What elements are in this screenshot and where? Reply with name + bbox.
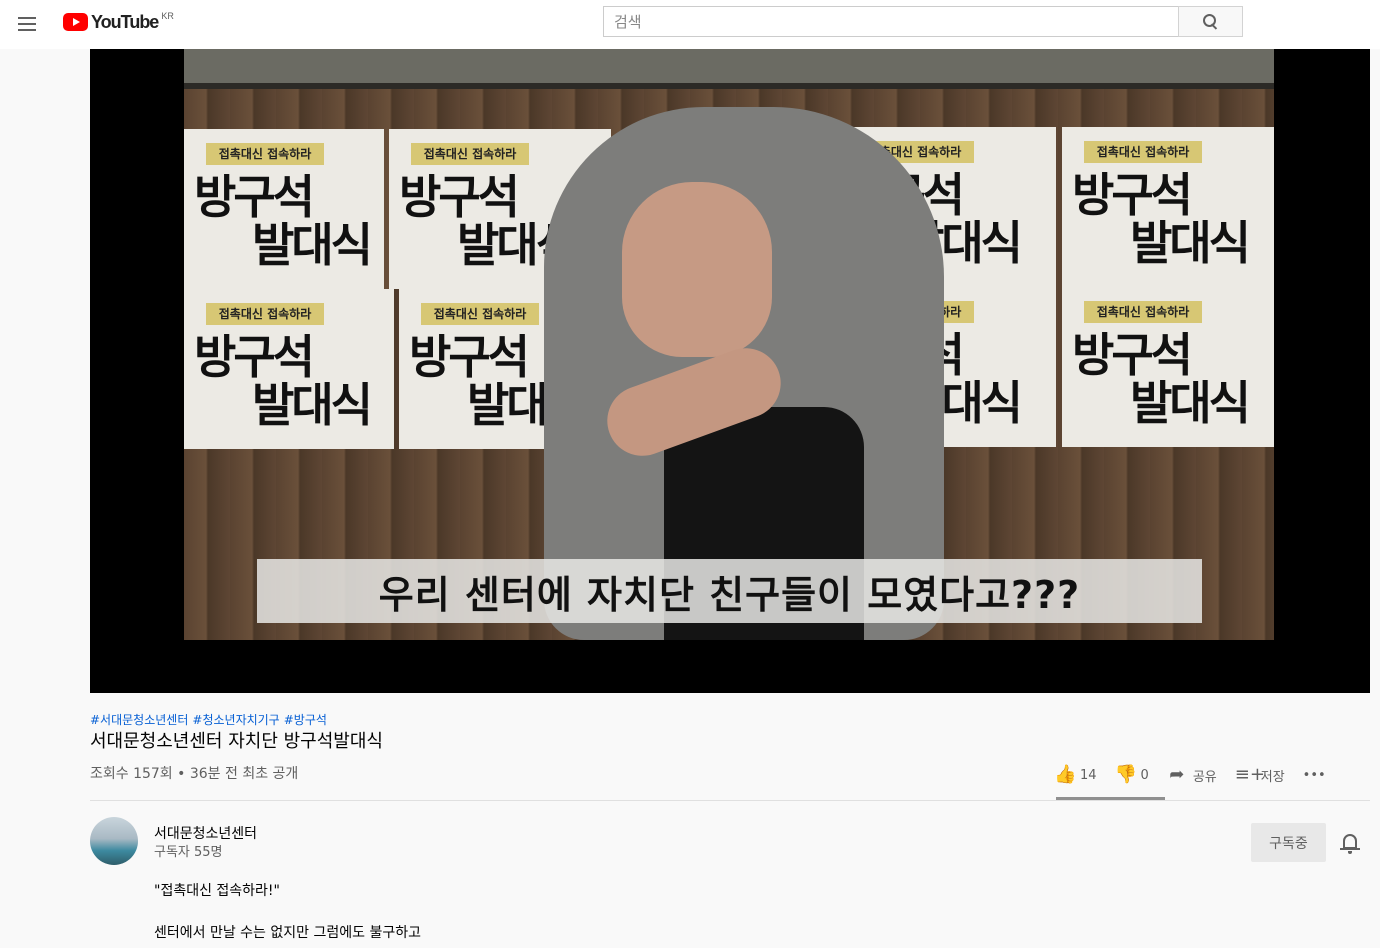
view-count: 조회수 157회 • 36분 전 최초 공개 <box>90 766 299 782</box>
thumbs-down-icon: 👎 <box>1114 764 1137 785</box>
save-button[interactable]: ≡+ 저장 <box>1235 765 1285 785</box>
poster: 접촉대신 접속하라 방구석 발대식 <box>1062 127 1274 287</box>
more-button[interactable]: ••• <box>1303 768 1326 783</box>
thumbs-up-icon: 👍 <box>1054 764 1077 785</box>
like-count: 14 <box>1080 767 1097 783</box>
hashtag-link[interactable]: #청소년자치기구 <box>192 713 279 727</box>
video-title: 서대문청소년센터 자치단 방구석발대식 <box>90 731 383 752</box>
divider <box>90 800 1370 801</box>
subscriber-count: 구독자 55명 <box>154 845 223 860</box>
search-input[interactable]: 검색 <box>603 6 1179 37</box>
action-bar: 👍 14 👎 0 ➦ 공유 ≡+ 저장 ••• <box>1040 758 1326 792</box>
youtube-logo[interactable]: YouTube KR <box>63 10 174 34</box>
hashtags: #서대문청소년센터 #청소년자치기구 #방구석 <box>90 711 331 728</box>
share-label: 공유 <box>1192 769 1217 785</box>
dislike-count: 0 <box>1140 767 1149 783</box>
poster: 접촉대신 접속하라 방구석 발대식 <box>184 129 384 289</box>
video-player[interactable]: 접촉대신 접속하라 방구석 발대식 접촉대신 접속하라 방구석 발대식 접촉대신… <box>90 49 1370 693</box>
share-icon: ➦ <box>1169 764 1185 785</box>
hashtag-link[interactable]: #방구석 <box>284 713 327 727</box>
share-button[interactable]: ➦ 공유 <box>1167 764 1217 785</box>
hashtag-link[interactable]: #서대문청소년센터 <box>90 713 188 727</box>
description-line: "접촉대신 접속하라!" <box>154 883 280 899</box>
more-icon: ••• <box>1302 767 1326 783</box>
save-label: 저장 <box>1260 769 1285 785</box>
save-playlist-icon: ≡+ <box>1234 764 1265 785</box>
masthead: YouTube KR 검색 <box>0 0 1380 49</box>
logo-region: KR <box>161 11 174 21</box>
channel-name[interactable]: 서대문청소년센터 <box>154 823 257 843</box>
youtube-logo-icon <box>63 13 88 31</box>
subscribe-button[interactable]: 구독중 <box>1251 823 1326 862</box>
description-line: 센터에서 만날 수는 없지만 그럼에도 불구하고 <box>154 925 421 941</box>
poster: 접촉대신 접속하라 방구석 발대식 <box>184 289 394 449</box>
search-button[interactable] <box>1178 6 1243 37</box>
board-top <box>184 49 1274 89</box>
channel-avatar[interactable] <box>90 817 138 865</box>
menu-icon[interactable] <box>16 12 40 36</box>
bell-icon[interactable] <box>1340 832 1360 854</box>
poster: 접촉대신 접속하라 방구석 발대식 <box>1062 287 1274 447</box>
video-frame: 접촉대신 접속하라 방구석 발대식 접촉대신 접속하라 방구석 발대식 접촉대신… <box>184 49 1274 640</box>
like-button[interactable]: 👍 14 <box>1054 765 1097 785</box>
video-subtitle: 우리 센터에 자치단 친구들이 모였다고??? <box>257 559 1202 623</box>
dislike-button[interactable]: 👎 0 <box>1115 765 1149 785</box>
logo-text: YouTube <box>91 11 159 32</box>
search-icon <box>1202 13 1219 30</box>
